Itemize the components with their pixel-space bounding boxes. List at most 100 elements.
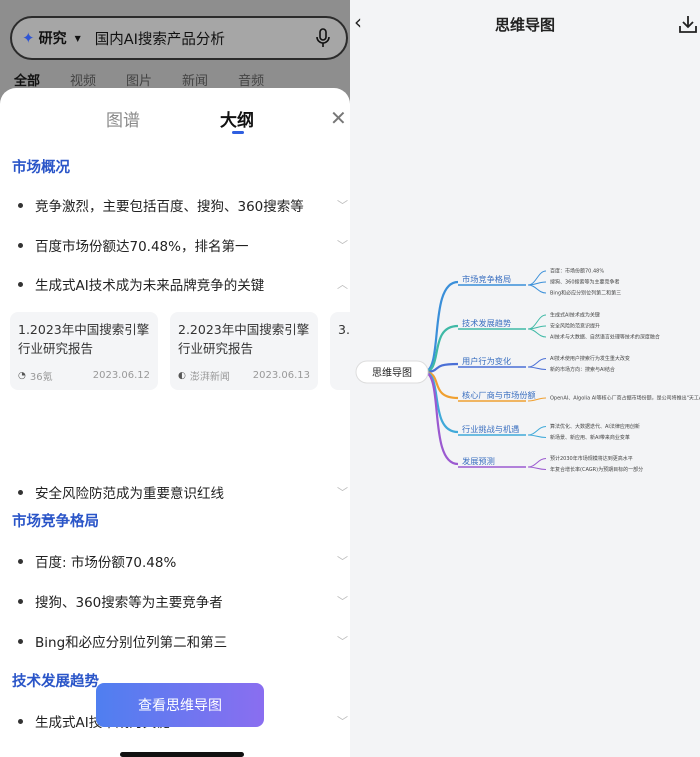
leaf-connector: [527, 328, 547, 338]
home-indicator: [120, 752, 244, 757]
sparkle-icon: ✦: [22, 29, 35, 47]
mindmap-branch[interactable]: 核心厂商与市场份额: [462, 390, 536, 400]
chevron-down-icon[interactable]: ﹀: [334, 553, 348, 569]
view-mindmap-button[interactable]: 查看思维导图: [96, 683, 264, 727]
tab-graph[interactable]: 图谱: [106, 106, 140, 131]
source-logo-icon: ◐: [178, 370, 186, 381]
reference-card-title: 1.2023年中国搜索引擎行业研究报告: [18, 322, 150, 356]
source-logo-icon: ◔: [18, 370, 26, 381]
reference-card-title: 2.2023年中国搜索引擎行业研究报告: [178, 322, 310, 356]
close-icon[interactable]: ✕: [330, 108, 347, 128]
mindmap-branch[interactable]: 用户行为变化: [462, 356, 511, 366]
mindmap-leaf: 算法优化、大数据迭代、AI法律应用创新: [550, 423, 640, 430]
result-type-tabs: 全部 视频 图片 新闻 音频: [14, 70, 264, 89]
mindmap-leaf: OpenAI、Algolia AI等核心厂商占据市场份额，是公司将推出"天工AI…: [550, 395, 700, 402]
tab-outline[interactable]: 大纲: [220, 106, 254, 131]
mindmap-branch[interactable]: 行业挑战与机遇: [462, 424, 519, 434]
mindmap-diagram[interactable]: 市场竞争格局 百度：市场份额70.48% 搜狗、360搜索等为主要竞争者 Bing和必…: [350, 250, 700, 480]
list-item-label: 百度市场份额达70.48%，排名第一: [35, 239, 249, 255]
list-item-label: 百度: 市场份额70.48%: [35, 555, 177, 571]
search-input[interactable]: 国内AI搜索产品分析: [95, 28, 310, 49]
mindmap-leaf: 预计2030年市场规模将达到更高水平: [550, 455, 633, 462]
mindmap-leaf: Bing和必应分别位列第二和第三: [550, 290, 621, 297]
list-item-label: 生成式AI技术成为未来品牌竞争的关键: [35, 278, 265, 294]
tab-news[interactable]: 新闻: [182, 70, 208, 89]
mindmap-leaf: 年复合增长率(CAGR)为预期目标的一部分: [550, 466, 643, 473]
page-title: 思维导图: [494, 16, 555, 34]
mindmap-leaf: 生成式AI技术成为关键: [550, 312, 600, 319]
section-title: 市场竞争格局: [12, 514, 99, 530]
reference-card[interactable]: 3.: [330, 312, 350, 390]
mindmap-leaf: 搜狗、360搜索等为主要竞争者: [550, 279, 620, 286]
mindmap-leaf: 新场景、新应用、新AI带来商业变革: [550, 434, 630, 441]
mindmap-branch[interactable]: 技术发展趋势: [462, 318, 511, 328]
mindmap-leaf: 百度：市场份额70.48%: [550, 268, 604, 275]
caret-down-icon[interactable]: ▼: [75, 34, 81, 43]
chevron-down-icon[interactable]: ﹀: [334, 237, 348, 253]
reference-card-title: 3.: [338, 322, 350, 337]
list-item[interactable]: 百度: 市场份额70.48% ﹀: [12, 549, 348, 573]
mindmap-leaf: 新的市场方向：搜索与AI结合: [550, 366, 615, 373]
search-mode-label[interactable]: 研究: [39, 28, 67, 48]
reference-cards: 1.2023年中国搜索引擎行业研究报告 ◔ 36氪 2023.06.12 2.202…: [10, 312, 350, 392]
bullet: [18, 281, 23, 287]
bullet: [18, 242, 23, 248]
leaf-connector: [527, 281, 547, 286]
list-item[interactable]: 搜狗、360搜索等为主要竞争者 ﹀: [12, 589, 348, 613]
leaf-connector: [527, 284, 547, 294]
list-item-label: Bing和必应分别位列第二和第三: [35, 635, 228, 651]
list-item-label: 安全风险防范成为重要意识红线: [35, 486, 224, 502]
chevron-down-icon[interactable]: ﹀: [334, 593, 348, 609]
reference-card[interactable]: 2.2023年中国搜索引擎行业研究报告 ◐ 澎湃新闻 2023.06.13: [170, 312, 318, 390]
leaf-connector: [527, 434, 547, 438]
section-title: 技术发展趋势: [12, 674, 99, 690]
tab-all[interactable]: 全部: [14, 70, 40, 89]
reference-source: 36氪: [29, 372, 53, 383]
mindmap-leaf: 安全风险防范意识提升: [550, 323, 600, 330]
list-item[interactable]: 生成式AI技术成为未来品牌竞争的关键 ︿: [12, 272, 348, 296]
branch-connector: [423, 370, 459, 434]
outline-sheet: 图谱 大纲 ✕ 市场概况 竞争激烈，主要包括百度、搜狗、360搜索等 ﹀ 百度市场…: [0, 88, 350, 757]
bullet: [18, 598, 23, 604]
leaf-connector: [527, 325, 547, 330]
mindmap-branch[interactable]: 市场竞争格局: [462, 274, 511, 284]
section-title: 市场概况: [12, 160, 70, 176]
download-icon[interactable]: [678, 14, 698, 34]
bullet: [18, 489, 23, 495]
active-tab-indicator: [232, 131, 244, 134]
leaf-connector: [527, 466, 547, 470]
chevron-down-icon[interactable]: ﹀: [334, 713, 348, 729]
search-results-panel: ✦ 研究 ▼ 国内AI搜索产品分析 全部 视频 图片 新闻 音频 图谱 大纲 ✕…: [0, 0, 350, 757]
reference-date: 2023.06.12: [92, 370, 150, 381]
leaf-connector: [527, 458, 547, 468]
list-item-label: 竞争激烈，主要包括百度、搜狗、360搜索等: [35, 199, 304, 215]
mindmap-panel: ‹ 思维导图 市场竞争格局 百度：市场份额70.48% 搜狗、360搜索等为主要竞争…: [350, 0, 700, 757]
tab-images[interactable]: 图片: [126, 70, 152, 89]
chevron-down-icon[interactable]: ﹀: [334, 197, 348, 213]
leaf-connector: [527, 358, 547, 368]
tab-video[interactable]: 视频: [70, 70, 96, 89]
list-item[interactable]: 百度市场份额达70.48%，排名第一 ﹀: [12, 233, 348, 257]
list-item[interactable]: 竞争激烈，主要包括百度、搜狗、360搜索等 ﹀: [12, 193, 348, 217]
mindmap-leaf: AI技术使用户搜索行为发生重大改变: [550, 355, 630, 362]
tab-audio[interactable]: 音频: [238, 70, 264, 89]
search-bar[interactable]: ✦ 研究 ▼ 国内AI搜索产品分析: [10, 16, 348, 60]
list-item[interactable]: 安全风险防范成为重要意识红线 ﹀: [12, 480, 348, 504]
reference-date: 2023.06.13: [252, 370, 310, 381]
chevron-down-icon[interactable]: ﹀: [334, 484, 348, 500]
leaf-connector: [527, 426, 547, 436]
reference-source: 澎湃新闻: [189, 372, 230, 383]
list-item[interactable]: Bing和必应分别位列第二和第三 ﹀: [12, 629, 348, 653]
microphone-icon[interactable]: [310, 25, 336, 51]
bullet: [18, 638, 23, 644]
mindmap-branch[interactable]: 发展预测: [462, 456, 495, 466]
leaf-connector: [527, 314, 547, 330]
chevron-down-icon[interactable]: ﹀: [334, 633, 348, 649]
reference-card[interactable]: 1.2023年中国搜索引擎行业研究报告 ◔ 36氪 2023.06.12: [10, 312, 158, 390]
sheet-tabs: 图谱 大纲 ✕: [0, 88, 350, 144]
bullet: [18, 202, 23, 208]
bullet: [18, 718, 23, 724]
leaf-connector: [527, 270, 547, 286]
chevron-up-icon[interactable]: ︿: [334, 276, 348, 292]
mindmap-root-label[interactable]: 思维导图: [372, 366, 412, 379]
